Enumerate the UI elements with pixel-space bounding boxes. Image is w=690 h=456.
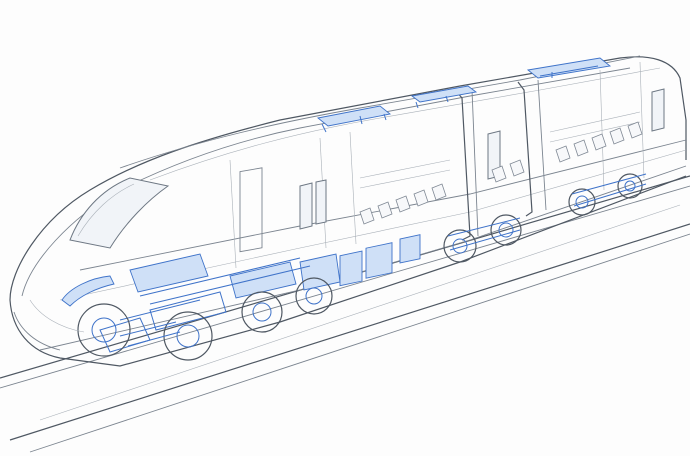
- windscreen: [69, 177, 170, 249]
- underframe-equipment: [99, 234, 421, 353]
- train-cutaway-illustration: [0, 0, 690, 456]
- roof-equipment: [316, 57, 612, 133]
- train-drawing: [0, 55, 690, 453]
- headlight: [61, 275, 115, 307]
- cab-door: [239, 167, 263, 253]
